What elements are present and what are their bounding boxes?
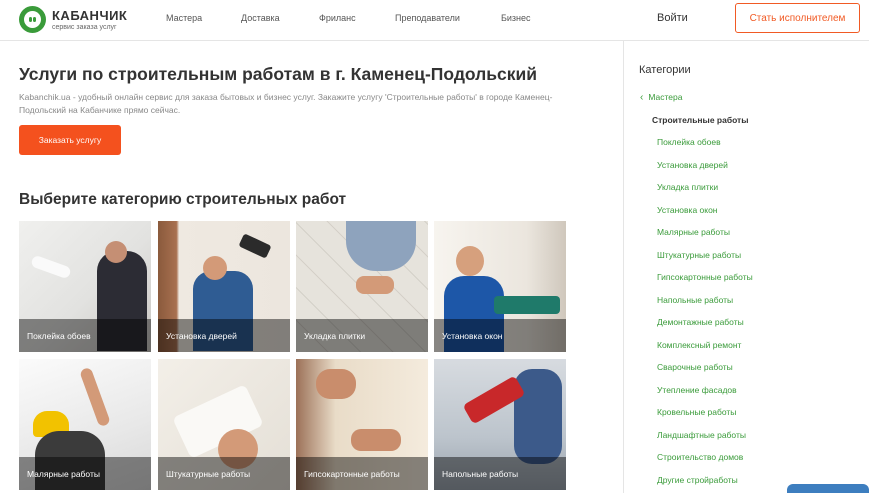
- sidebar-item[interactable]: Напольные работы: [657, 295, 733, 305]
- logo-tagline: сервис заказа услуг: [52, 23, 117, 31]
- sidebar-item[interactable]: Демонтажные работы: [657, 317, 744, 327]
- sidebar-back-masters[interactable]: ‹ Мастера: [640, 92, 682, 103]
- logo-name: КАБАНЧИК: [52, 7, 128, 23]
- become-performer-button[interactable]: Стать исполнителем: [735, 3, 860, 33]
- sidebar-item[interactable]: Другие стройработы: [657, 475, 738, 485]
- sidebar-item[interactable]: Утепление фасадов: [657, 385, 737, 395]
- category-tile-flooring[interactable]: Напольные работы: [434, 359, 566, 490]
- top-header: КАБАНЧИК сервис заказа услуг Мастера Дос…: [0, 0, 869, 41]
- category-tile-doors[interactable]: Установка дверей: [158, 221, 290, 352]
- sidebar-item[interactable]: Поклейка обоев: [657, 137, 721, 147]
- page-description: Kabanchik.ua - удобный онлайн сервис для…: [19, 92, 553, 115]
- section-title: Выберите категорию строительных работ: [19, 191, 347, 208]
- category-tile-painting[interactable]: Малярные работы: [19, 359, 151, 490]
- order-service-button[interactable]: Заказать услугу: [19, 125, 121, 155]
- sidebar-item[interactable]: Строительство домов: [657, 452, 743, 462]
- tile-caption: Штукатурные работы: [158, 457, 290, 490]
- tile-caption: Укладка плитки: [296, 319, 428, 352]
- sidebar-item[interactable]: Комплексный ремонт: [657, 340, 741, 350]
- sidebar-item[interactable]: Ландшафтные работы: [657, 430, 746, 440]
- nav-business[interactable]: Бизнес: [501, 13, 531, 23]
- category-tile-tiles[interactable]: Укладка плитки: [296, 221, 428, 352]
- sidebar-item[interactable]: Малярные работы: [657, 227, 730, 237]
- logo-icon: [19, 6, 46, 33]
- sidebar-item[interactable]: Штукатурные работы: [657, 250, 741, 260]
- category-tile-windows[interactable]: Установка окон: [434, 221, 566, 352]
- tile-caption: Установка окон: [434, 319, 566, 352]
- nav-masters[interactable]: Мастера: [166, 13, 202, 23]
- sidebar-item[interactable]: Установка окон: [657, 205, 718, 215]
- tile-caption: Напольные работы: [434, 457, 566, 490]
- sidebar-item[interactable]: Установка дверей: [657, 160, 728, 170]
- tile-caption: Малярные работы: [19, 457, 151, 490]
- logo[interactable]: КАБАНЧИК сервис заказа услуг: [19, 6, 127, 33]
- sidebar-item[interactable]: Укладка плитки: [657, 182, 718, 192]
- nav-freelance[interactable]: Фриланс: [319, 13, 356, 23]
- tile-caption: Гипсокартонные работы: [296, 457, 428, 490]
- sidebar-item[interactable]: Кровельные работы: [657, 407, 736, 417]
- category-tile-plastering[interactable]: Штукатурные работы: [158, 359, 290, 490]
- sidebar-back-label: Мастера: [648, 92, 683, 102]
- category-tile-wallpaper[interactable]: Поклейка обоев: [19, 221, 151, 352]
- sidebar-current-category: Строительные работы: [652, 115, 749, 125]
- nav-tutors[interactable]: Преподаватели: [395, 13, 460, 23]
- category-tile-drywall[interactable]: Гипсокартонные работы: [296, 359, 428, 490]
- nav-delivery[interactable]: Доставка: [241, 13, 280, 23]
- tile-caption: Поклейка обоев: [19, 319, 151, 352]
- sidebar-item[interactable]: Сварочные работы: [657, 362, 733, 372]
- chevron-left-icon: ‹: [640, 92, 644, 103]
- chat-widget-button[interactable]: [787, 484, 869, 493]
- categories-sidebar: Категории ‹ Мастера Строительные работы П…: [623, 41, 869, 493]
- sidebar-item[interactable]: Гипсокартонные работы: [657, 272, 753, 282]
- page-title: Услуги по строительным работам в г. Каме…: [19, 64, 538, 84]
- login-link[interactable]: Войти: [657, 12, 688, 24]
- sidebar-title: Категории: [639, 64, 691, 76]
- tile-caption: Установка дверей: [158, 319, 290, 352]
